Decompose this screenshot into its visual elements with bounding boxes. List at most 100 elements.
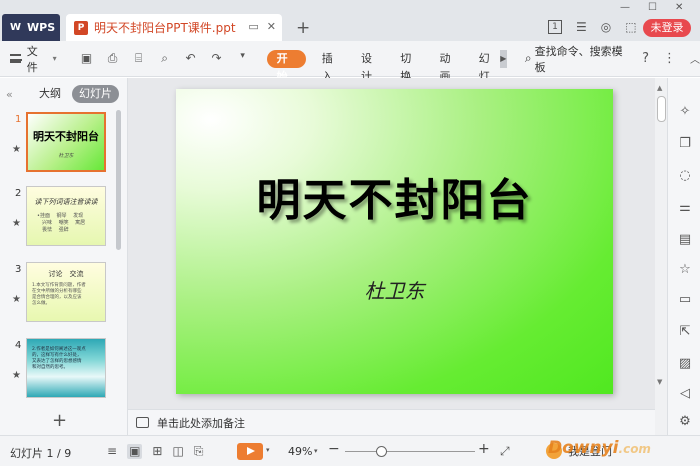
tab-outline[interactable]: 大纲 <box>32 85 68 103</box>
maximize-icon[interactable]: ☐ <box>648 2 657 13</box>
share-icon[interactable]: ⇱ <box>677 324 693 340</box>
wps-logo-icon: W <box>10 21 22 33</box>
slide-number: 2 <box>15 188 22 199</box>
login-button[interactable]: 未登录 <box>643 19 691 37</box>
ribbon-right-tools: ? ⋮ ︿ <box>642 51 700 66</box>
close-window-icon[interactable]: ✕ <box>675 2 683 13</box>
zoom-in-button[interactable]: + <box>478 441 490 457</box>
slide-thumbnail[interactable]: 讨论 交流 1.本文写作背景问题，作者 在文中所做的分析有哪些 是合情合理的，以… <box>26 262 106 322</box>
settings-icon[interactable]: ⚙ <box>677 414 693 430</box>
print-preview-icon[interactable]: ⌕ <box>157 51 173 66</box>
file-menu-button[interactable]: 文件 ▾ <box>10 43 57 75</box>
notes-pane[interactable]: 单击此处添加备注 <box>128 409 655 435</box>
slide-panel: « 大纲 幻灯片 1 ★ 明天不封阳台 杜卫东 2 ★ 读下列词语注音读读 •挂… <box>0 78 128 435</box>
layout-icon[interactable]: ❐ <box>677 136 693 152</box>
play-options-chevron-icon[interactable]: ▾ <box>266 446 270 454</box>
slide-title[interactable]: 明天不封阳台 <box>176 164 613 228</box>
gift-icon[interactable]: ⬚ <box>625 20 636 34</box>
slide-count: 幻灯片 1 / 9 <box>10 447 72 460</box>
tab-design[interactable]: 设计 <box>351 50 390 83</box>
add-tab-button[interactable]: + <box>296 18 310 38</box>
normal-view-icon[interactable]: ▣ <box>127 444 143 459</box>
notes-icon <box>136 417 149 428</box>
slide-thumbnail-row[interactable]: 4 ★ 2.作者是如何阐述这一观点 的，这样写有什么好处， 又表达了怎样的思想感… <box>0 336 120 402</box>
animation-star-icon: ★ <box>12 294 21 305</box>
file-menu-label: 文件 <box>26 44 38 74</box>
ribbon-scroll-right-icon[interactable]: ▶ <box>499 49 507 68</box>
zoom-out-button[interactable]: − <box>328 441 340 457</box>
more-options-icon[interactable]: ⋮ <box>663 51 676 66</box>
canvas-vertical-scrollbar[interactable]: ▲ ▼ <box>655 78 667 435</box>
reading-view-icon[interactable]: ◫ <box>172 444 183 459</box>
shape-icon[interactable]: ◌ <box>677 168 693 184</box>
watermark-brand: Downyi <box>548 438 619 458</box>
image-icon[interactable]: ▨ <box>677 356 693 372</box>
sorter-view-icon[interactable]: ⊞ <box>152 444 162 459</box>
redo-icon[interactable]: ↷ <box>209 51 225 66</box>
ribbon-tabs: 开始 插入 设计 切换 动画 幻灯 ▶ <box>266 49 507 83</box>
watermark-suffix: .com <box>618 442 651 456</box>
scroll-down-icon[interactable]: ▼ <box>657 378 662 386</box>
command-search[interactable]: ⌕ 查找命令、搜索模板 <box>525 43 626 75</box>
view-switcher: ≡ ▣ ⊞ ◫ ⎘ <box>107 444 203 459</box>
tab-slides[interactable]: 幻灯片 <box>72 85 119 103</box>
window-count-badge[interactable]: 1 <box>548 20 562 34</box>
tab-insert[interactable]: 插入 <box>312 50 351 83</box>
slide-thumbnail[interactable]: 读下列词语注音读读 •挂面 钢琴 发现 兴味 嘲笑 寓居 畏怯 强辞 <box>26 186 106 246</box>
chevron-down-icon: ▾ <box>52 54 57 63</box>
tab-home[interactable]: 开始 <box>266 49 306 83</box>
audio-icon[interactable]: ◁ <box>677 386 693 402</box>
panel-scrollbar[interactable] <box>116 110 121 250</box>
slide-thumbnail[interactable]: 2.作者是如何阐述这一观点 的，这样写有什么好处， 又表达了怎样的思想感情 和对… <box>26 338 106 398</box>
tab-animation[interactable]: 动画 <box>429 50 468 83</box>
pdf-view-icon[interactable]: ⎘ <box>194 444 204 459</box>
save-icon[interactable]: ▣ <box>79 51 95 66</box>
outline-view-icon[interactable]: ≡ <box>107 444 117 459</box>
archive-icon[interactable]: ▭ <box>677 292 693 308</box>
picture-set-icon[interactable]: ▤ <box>677 232 693 248</box>
adjust-icon[interactable]: ⚌ <box>677 200 693 216</box>
current-slide[interactable]: 明天不封阳台 杜卫东 <box>176 89 613 394</box>
zoom-level[interactable]: 49% <box>288 445 312 458</box>
collapse-panel-icon[interactable]: « <box>6 88 26 101</box>
magic-icon[interactable]: ✧ <box>677 104 693 120</box>
slide-number: 3 <box>15 264 22 275</box>
fit-window-icon[interactable]: ⤢ <box>500 444 510 459</box>
animation-star-icon: ★ <box>12 218 21 229</box>
add-slide-button[interactable]: + <box>52 410 67 431</box>
slide-thumbnail-row[interactable]: 2 ★ 读下列词语注音读读 •挂面 钢琴 发现 兴味 嘲笑 寓居 畏怯 强辞 <box>0 184 120 254</box>
slide-thumbnail-row[interactable]: 3 ★ 讨论 交流 1.本文写作背景问题，作者 在文中所做的分析有哪些 是合情合… <box>0 260 120 330</box>
play-slideshow-button[interactable] <box>237 443 263 460</box>
search-icon: ⌕ <box>524 51 532 65</box>
document-tab[interactable]: P 明天不封阳台PPT课件.ppt ▭ ✕ <box>66 14 282 41</box>
right-tool-strip: ✧ ❐ ◌ ⚌ ▤ ☆ ▭ ⇱ ▨ ◁ ⚙ <box>667 78 700 435</box>
collapse-ribbon-icon[interactable]: ︿ <box>690 51 700 66</box>
zoom-slider[interactable] <box>345 451 475 452</box>
tab-slideshow[interactable]: 幻灯 <box>469 50 500 83</box>
tab-window-icon[interactable]: ▭ <box>248 20 258 33</box>
star-icon[interactable]: ☆ <box>677 262 693 278</box>
customize-icon[interactable]: ▾ <box>235 51 251 66</box>
print-icon[interactable]: ⌸ <box>131 51 147 66</box>
slide-thumbnail[interactable]: 明天不封阳台 杜卫东 <box>26 112 106 172</box>
skin-icon[interactable]: ☰ <box>576 20 587 34</box>
slide-subtitle[interactable]: 杜卫东 <box>176 275 613 304</box>
thumbnail-line: •挂面 钢琴 发现 <box>37 213 84 219</box>
minimize-icon[interactable]: — <box>620 2 630 13</box>
zoom-slider-knob[interactable] <box>375 446 387 457</box>
thumbnail-title: 讨论 交流 <box>48 270 84 278</box>
undo-icon[interactable]: ↶ <box>183 51 199 66</box>
close-tab-icon[interactable]: ✕ <box>267 20 276 33</box>
animation-star-icon: ★ <box>12 370 21 381</box>
zoom-chevron-icon[interactable]: ▾ <box>314 447 318 455</box>
slide-canvas: 明天不封阳台 杜卫东 <box>128 78 655 409</box>
wps-home-tab[interactable]: W WPS <box>2 14 60 41</box>
quick-access-toolbar: ▣ ⎙ ⌸ ⌕ ↶ ↷ ▾ <box>79 51 251 66</box>
export-icon[interactable]: ⎙ <box>105 51 121 66</box>
help-icon[interactable]: ? <box>642 51 649 66</box>
scroll-up-icon[interactable]: ▲ <box>657 84 662 92</box>
scrollbar-thumb[interactable] <box>657 96 666 122</box>
history-icon[interactable]: ◎ <box>601 20 611 34</box>
tab-transition[interactable]: 切换 <box>390 50 429 83</box>
slide-thumbnail-row[interactable]: 1 ★ 明天不封阳台 杜卫东 <box>0 110 120 180</box>
